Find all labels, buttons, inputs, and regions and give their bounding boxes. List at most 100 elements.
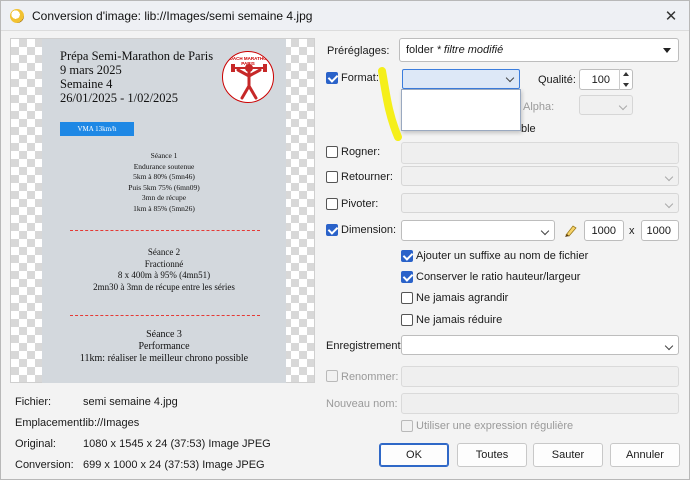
regex-label: Utiliser une expression régulière — [416, 420, 574, 432]
divider — [70, 230, 260, 231]
emplacement-value: lib://Images — [83, 417, 140, 429]
poster-title: Prépa Semi-Marathon de Paris — [60, 49, 214, 63]
chevron-down-icon — [618, 101, 628, 111]
highlighter-mark — [378, 67, 402, 141]
dimension-x: x — [629, 225, 635, 237]
pivoter-label: Pivoter: — [341, 198, 379, 210]
seance-1: Séance 1 Endurance soutenue 5km à 80% (5… — [42, 151, 286, 214]
poster-range: 26/01/2025 - 1/02/2025 — [60, 91, 179, 105]
fichier-label: Fichier: — [15, 396, 52, 408]
pivoter-select[interactable] — [401, 193, 679, 213]
seance-2-line: Fractionné — [144, 258, 184, 269]
emplacement-label: Emplacement: — [15, 417, 86, 429]
pivoter-checkbox[interactable] — [326, 198, 338, 210]
qualite-spinner[interactable] — [619, 69, 632, 90]
poster-week: Semaine 4 — [60, 77, 113, 91]
retourner-label: Retourner: — [341, 171, 393, 183]
conversion-label: Conversion: — [15, 459, 74, 471]
prereglages-modified: * filtre modifié — [436, 44, 504, 56]
height-input[interactable]: 1000 — [641, 220, 679, 241]
poster-date: 9 mars 2025 — [60, 63, 122, 77]
retourner-select[interactable] — [401, 166, 679, 186]
retourner-checkbox[interactable] — [326, 171, 338, 183]
original-label: Original: — [15, 438, 56, 450]
seance-2-line: 8 x 400m à 95% (4mn51) — [117, 270, 211, 280]
alpha-select[interactable] — [579, 95, 633, 115]
dimension-label: Dimension: — [341, 224, 397, 236]
format-select[interactable] — [402, 69, 520, 89]
annuler-button[interactable]: Annuler — [610, 443, 680, 467]
format-dropdown-list[interactable] — [401, 89, 521, 131]
prereglages-value: folder — [406, 44, 437, 56]
chevron-down-icon — [664, 199, 674, 209]
rogner-label: Rogner: — [341, 146, 381, 158]
seance-1-title: Séance 1 — [150, 151, 178, 160]
renommer-field[interactable] — [401, 366, 679, 387]
seance-1-line: 3mn de récupe — [141, 193, 187, 202]
rogner-checkbox[interactable] — [326, 146, 338, 158]
nouveau-nom-label: Nouveau nom: — [326, 398, 398, 410]
seance-2-line: 2mn30 à 3mn de récupe entre les séries — [93, 281, 235, 292]
seance-3-line: 11km: réaliser le meilleur chrono possib… — [79, 353, 249, 364]
nouveau-nom-field[interactable] — [401, 393, 679, 414]
vma-badge: VMA 13km/h — [60, 122, 134, 136]
ratio-label: Conserver le ratio hauteur/largeur — [416, 271, 581, 283]
ok-button[interactable]: OK — [379, 443, 449, 467]
dimension-checkbox[interactable] — [326, 224, 338, 236]
width-input[interactable]: 1000 — [584, 220, 624, 241]
dimension-select[interactable] — [401, 220, 555, 241]
chevron-down-icon — [664, 341, 674, 351]
paint-brush-icon[interactable] — [563, 222, 579, 238]
coach-logo: COACH MARATHON PARIS — [222, 51, 274, 103]
toutes-button[interactable]: Toutes — [457, 443, 527, 467]
seance-2-title: Séance 2 — [147, 247, 181, 257]
chevron-down-icon — [540, 226, 550, 236]
alpha-label: Alpha: — [523, 101, 555, 113]
spin-down-icon[interactable] — [623, 83, 629, 87]
seance-1-line: 5km à 80% (5mn46) — [133, 172, 195, 181]
seance-1-line: Puis 5km 75% (6mn09) — [128, 182, 200, 192]
conversion-value: 699 x 1000 x 24 (37:53) Image JPEG — [83, 459, 265, 471]
sauter-button[interactable]: Sauter — [533, 443, 603, 467]
format-checkbox[interactable] — [326, 72, 338, 84]
reduire-label: Ne jamais réduire — [416, 314, 503, 326]
chevron-down-icon — [663, 48, 671, 53]
seance-3: Séance 3 Performance 11km: réaliser le m… — [42, 329, 286, 365]
seance-3-title: Séance 3 — [146, 329, 182, 340]
image-preview: Prépa Semi-Marathon de Paris 9 mars 2025… — [10, 38, 315, 383]
renommer-label: Renommer: — [341, 371, 399, 383]
fichier-value: semi semaine 4.jpg — [83, 396, 178, 408]
conversion-dialog: Conversion d'image: lib://Images/semi se… — [0, 0, 690, 480]
format-label: Format: — [341, 72, 379, 84]
spin-up-icon[interactable] — [623, 72, 629, 76]
seance-2: Séance 2 Fractionné 8 x 400m à 95% (4mn5… — [42, 247, 286, 293]
seance-3-line: Performance — [138, 341, 190, 352]
dialog-title: Conversion d'image: lib://Images/semi se… — [32, 8, 313, 23]
regex-checkbox[interactable] — [401, 420, 413, 432]
agrandir-label: Ne jamais agrandir — [416, 292, 509, 304]
ratio-checkbox[interactable] — [401, 271, 413, 283]
prereglages-select[interactable]: folder * filtre modifié — [399, 38, 679, 62]
rogner-field[interactable] — [401, 142, 679, 164]
poster-image: Prépa Semi-Marathon de Paris 9 mars 2025… — [42, 39, 286, 383]
suffix-checkbox[interactable] — [401, 250, 413, 262]
prereglages-label: Préréglages: — [327, 45, 390, 57]
seance-1-line: Endurance soutenue — [133, 161, 195, 171]
app-icon — [10, 8, 24, 23]
qualite-label: Qualité: — [538, 74, 576, 86]
reduire-checkbox[interactable] — [401, 314, 413, 326]
title-bar: Conversion d'image: lib://Images/semi se… — [1, 1, 689, 31]
original-value: 1080 x 1545 x 24 (37:53) Image JPEG — [83, 438, 271, 450]
poster-heading: Prépa Semi-Marathon de Paris 9 mars 2025… — [60, 49, 213, 105]
enregistrement-select[interactable] — [401, 335, 679, 355]
renommer-checkbox[interactable] — [326, 370, 338, 382]
seance-1-line: 1km à 85% (5mn26) — [133, 203, 195, 213]
divider — [70, 315, 260, 316]
enregistrement-label: Enregistrement: — [326, 340, 404, 352]
agrandir-checkbox[interactable] — [401, 292, 413, 304]
chevron-down-icon — [505, 73, 515, 83]
suffix-label: Ajouter un suffixe au nom de fichier — [416, 250, 589, 262]
close-icon[interactable]: ✕ — [661, 6, 681, 26]
chevron-down-icon — [664, 172, 674, 182]
hidden-option-tail: ble — [521, 123, 536, 135]
